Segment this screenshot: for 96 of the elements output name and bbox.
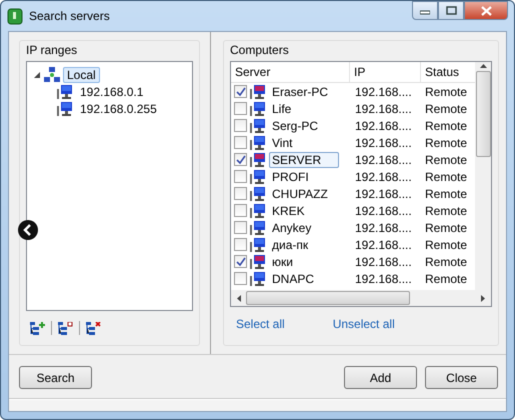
app-icon xyxy=(7,7,23,25)
vertical-scrollbar[interactable] xyxy=(475,62,491,290)
checkbox[interactable] xyxy=(234,238,247,251)
status-cell-text: Remote xyxy=(424,152,468,166)
status-cell-text: Remote xyxy=(424,238,468,252)
computer-icon xyxy=(250,237,266,252)
dialog-button[interactable]: Add xyxy=(344,366,417,389)
computer-icon xyxy=(57,101,73,116)
check-icon xyxy=(236,154,246,164)
column-header[interactable]: Server xyxy=(231,62,350,82)
status-cell-text: Remote xyxy=(424,204,468,218)
minimize-button[interactable] xyxy=(412,1,438,20)
window-title: Search servers xyxy=(29,9,111,23)
link[interactable]: Unselect all xyxy=(332,317,395,331)
server-name[interactable]: KREK xyxy=(269,202,308,218)
computer-icon xyxy=(250,220,266,235)
ip-cell-text: 192.168.... xyxy=(354,220,413,234)
ip-cell-text: 192.168.... xyxy=(354,170,413,184)
checkbox[interactable] xyxy=(234,187,247,200)
ip-cell-text: 192.168.... xyxy=(354,204,413,218)
close-window-button[interactable] xyxy=(464,1,508,20)
computer-icon xyxy=(250,152,266,167)
horizontal-scrollbar[interactable] xyxy=(231,290,491,306)
ip-cell-text: 192.168.... xyxy=(354,136,413,150)
status-cell-text: Remote xyxy=(424,170,468,184)
computer-icon xyxy=(250,169,266,184)
status-cell-text: Remote xyxy=(424,272,468,286)
server-name[interactable]: DNAPC xyxy=(269,270,318,286)
maximize-icon xyxy=(446,6,456,15)
computer-icon xyxy=(250,84,266,99)
add-node-icon[interactable] xyxy=(30,322,45,334)
checkbox[interactable] xyxy=(234,136,247,149)
checkbox[interactable] xyxy=(234,255,247,268)
checkbox[interactable] xyxy=(234,170,247,183)
checkbox[interactable] xyxy=(234,102,247,115)
status-cell-text: Remote xyxy=(424,136,468,150)
computer-icon xyxy=(250,186,266,201)
status-cell-text: Remote xyxy=(424,186,468,200)
maximize-button[interactable] xyxy=(438,1,464,20)
server-name[interactable]: юки xyxy=(269,254,296,270)
status-cell-text: Remote xyxy=(424,254,468,268)
ip-cell-text: 192.168.... xyxy=(354,102,413,116)
column-header[interactable]: Status xyxy=(421,62,475,82)
group-title: Computers xyxy=(230,42,290,59)
expanded-arrow-icon[interactable] xyxy=(33,70,41,78)
check-icon xyxy=(236,256,246,266)
computer-icon xyxy=(250,101,266,116)
status-cell-text: Remote xyxy=(424,220,468,234)
ip-cell-text: 192.168.... xyxy=(354,238,413,252)
close-icon xyxy=(480,6,492,16)
computer-icon xyxy=(57,84,73,99)
server-name[interactable]: Serg-PC xyxy=(269,118,322,134)
network-icon xyxy=(44,67,60,82)
server-name[interactable]: PROFI xyxy=(269,168,312,184)
link[interactable]: Select all xyxy=(236,317,285,331)
server-name[interactable]: Eraser-PC xyxy=(269,84,332,100)
dialog-button[interactable]: Search xyxy=(19,366,92,389)
check-icon xyxy=(236,86,246,96)
checkbox[interactable] xyxy=(234,119,247,132)
tree-item[interactable]: Local xyxy=(63,66,100,82)
computer-icon xyxy=(250,203,266,218)
left-arrow-icon[interactable] xyxy=(235,294,242,302)
computer-icon xyxy=(250,254,266,269)
ip-cell-text: 192.168.... xyxy=(354,272,413,286)
server-name[interactable]: SERVER xyxy=(269,152,339,168)
ip-cell-text: 192.168.... xyxy=(354,152,413,166)
back-arrow-button[interactable] xyxy=(17,219,39,241)
server-name[interactable]: Vint xyxy=(269,134,296,150)
right-arrow-icon[interactable] xyxy=(480,294,487,302)
server-name[interactable]: диа-пк xyxy=(269,236,312,252)
checkbox[interactable] xyxy=(234,272,247,285)
dialog-button[interactable]: Close xyxy=(425,366,498,389)
server-name[interactable]: Anykey xyxy=(269,220,314,236)
status-cell-text: Remote xyxy=(424,84,468,98)
status-cell-text: Remote xyxy=(424,118,468,132)
ip-cell-text: 192.168.... xyxy=(354,186,413,200)
computer-icon xyxy=(250,118,266,133)
tree-item[interactable]: 192.168.0.255 xyxy=(76,100,161,116)
edit-node-icon[interactable] xyxy=(58,322,73,334)
checkbox[interactable] xyxy=(234,204,247,217)
computer-icon xyxy=(250,271,266,286)
server-name[interactable]: CHUPAZZ xyxy=(269,186,331,202)
status-cell-text: Remote xyxy=(424,102,468,116)
ip-cell-text: 192.168.... xyxy=(354,254,413,268)
server-name[interactable]: Life xyxy=(269,100,294,116)
computer-icon xyxy=(250,135,266,150)
ip-cell-text: 192.168.... xyxy=(354,118,413,132)
checkbox[interactable] xyxy=(234,153,247,166)
up-arrow-icon[interactable] xyxy=(480,62,486,69)
checkbox[interactable] xyxy=(234,221,247,234)
group-title: IP ranges xyxy=(26,42,78,59)
checkbox[interactable] xyxy=(234,85,247,98)
tree-item[interactable]: 192.168.0.1 xyxy=(76,84,148,100)
delete-node-icon[interactable] xyxy=(86,322,101,334)
column-header[interactable]: IP xyxy=(350,62,421,82)
ip-cell-text: 192.168.... xyxy=(354,84,413,98)
